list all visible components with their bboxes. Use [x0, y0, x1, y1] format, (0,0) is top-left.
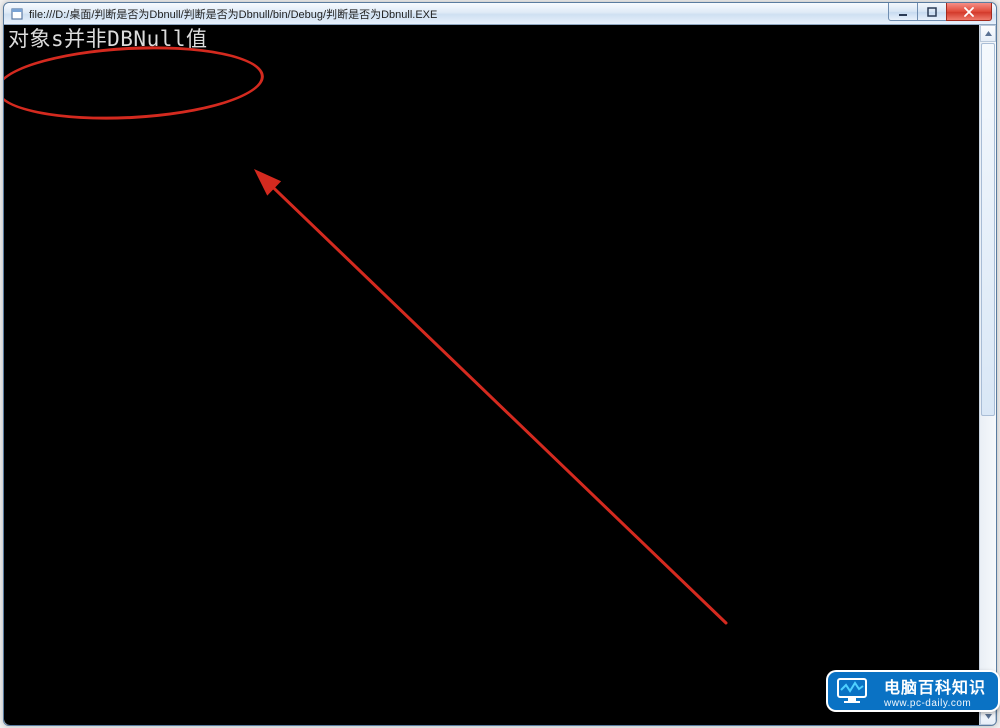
annotation-arrow — [8, 51, 984, 725]
app-icon — [10, 7, 24, 21]
titlebar[interactable]: file:///D:/桌面/判断是否为Dbnull/判断是否为Dbnull/bi… — [4, 3, 996, 25]
client-area: 对象s并非DBNull值 — [4, 25, 996, 725]
scroll-up-button[interactable] — [980, 25, 996, 42]
scroll-track[interactable] — [980, 42, 996, 708]
minimize-button[interactable] — [888, 3, 918, 21]
maximize-button[interactable] — [917, 3, 947, 21]
watermark-badge: 电脑百科知识 www.pc-daily.com — [826, 670, 1000, 712]
annotation-ellipse — [4, 40, 266, 126]
window-controls — [889, 3, 992, 21]
close-button[interactable] — [946, 3, 992, 21]
console-line: 对象s并非DBNull值 — [8, 27, 975, 51]
console-output: 对象s并非DBNull值 — [4, 25, 979, 725]
vertical-scrollbar[interactable] — [979, 25, 996, 725]
window-title: file:///D:/桌面/判断是否为Dbnull/判断是否为Dbnull/bi… — [29, 6, 996, 22]
scroll-thumb[interactable] — [981, 43, 995, 416]
watermark-subtitle: www.pc-daily.com — [884, 698, 986, 709]
watermark-monitor-icon — [826, 670, 876, 712]
watermark-text: 电脑百科知识 www.pc-daily.com — [876, 670, 1000, 712]
watermark-title: 电脑百科知识 — [884, 674, 986, 698]
app-window: file:///D:/桌面/判断是否为Dbnull/判断是否为Dbnull/bi… — [3, 2, 997, 726]
